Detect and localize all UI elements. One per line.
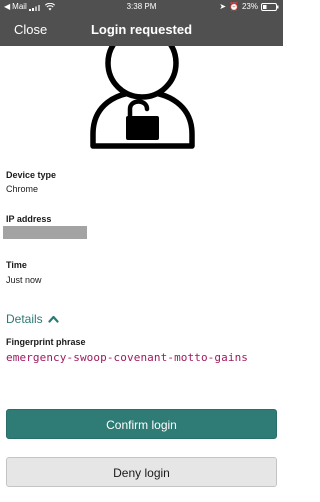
details-toggle[interactable]: Details <box>6 311 59 327</box>
device-type-label: Device type <box>6 170 57 180</box>
location-icon: ➤ <box>219 2 227 11</box>
battery-icon <box>261 3 279 11</box>
alarm-icon: ⏰ <box>229 2 239 11</box>
ip-address-label: IP address <box>6 214 52 224</box>
confirm-login-button[interactable]: Confirm login <box>6 409 277 439</box>
fingerprint-phrase: emergency-swoop-covenant-motto-gains <box>6 351 249 364</box>
chevron-up-icon <box>48 315 59 323</box>
time-value: Just now <box>6 275 42 285</box>
deny-login-button[interactable]: Deny login <box>6 457 277 487</box>
details-label: Details <box>6 312 43 326</box>
ip-address-redacted <box>3 226 87 239</box>
close-button[interactable]: Close <box>14 14 47 46</box>
time-label: Time <box>6 260 27 270</box>
fingerprint-label: Fingerprint phrase <box>6 337 86 347</box>
status-bar: ◀ Mail 3:38 PM ➤ ⏰ 23% <box>0 0 283 14</box>
status-right: ➤ ⏰ 23% <box>219 0 279 14</box>
device-type-value: Chrome <box>6 184 39 194</box>
user-unlocked-icon <box>90 46 195 149</box>
battery-label: 23% <box>241 2 258 11</box>
nav-bar: Close Login requested <box>0 14 283 46</box>
